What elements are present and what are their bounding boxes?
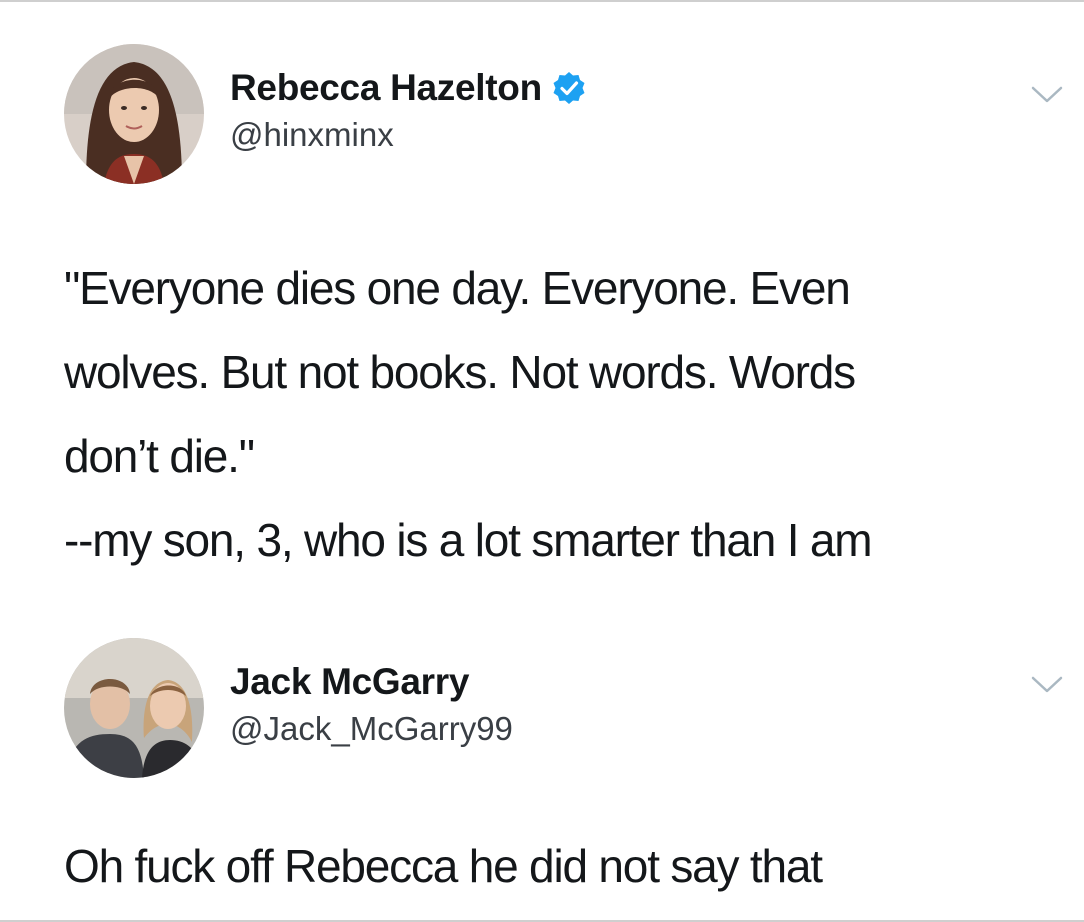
author-names: Jack McGarry @Jack_McGarry99 — [230, 660, 513, 748]
chevron-down-icon[interactable] — [1030, 84, 1064, 106]
chevron-down-icon[interactable] — [1030, 674, 1064, 696]
author-names: Rebecca Hazelton @hinxminx — [230, 66, 586, 154]
display-name-row: Jack McGarry — [230, 660, 513, 704]
tweet-text-line: don’t die." — [64, 430, 255, 482]
display-name[interactable]: Jack McGarry — [230, 661, 469, 703]
tweet-thread: Rebecca Hazelton @hinxminx "Everyone die… — [0, 0, 1084, 922]
tweet-jack[interactable]: Jack McGarry @Jack_McGarry99 Oh fuck off… — [0, 602, 1084, 922]
display-name-row: Rebecca Hazelton — [230, 66, 586, 110]
verified-badge-icon — [552, 71, 586, 105]
handle[interactable]: @hinxminx — [230, 116, 586, 154]
tweet-text-line: --my son, 3, who is a lot smarter than I… — [64, 514, 873, 566]
handle[interactable]: @Jack_McGarry99 — [230, 710, 513, 748]
avatar-woman-icon[interactable] — [64, 44, 204, 184]
avatar-couple-icon[interactable] — [64, 638, 204, 778]
tweet-text-line: "Everyone dies one day. Everyone. Even — [64, 262, 851, 314]
display-name[interactable]: Rebecca Hazelton — [230, 67, 542, 109]
tweet-text: "Everyone dies one day. Everyone. Even w… — [64, 246, 1074, 582]
tweet-text: Oh fuck off Rebecca he did not say that — [64, 840, 823, 892]
tweet-text-line: wolves. But not books. Not words. Words — [64, 346, 856, 398]
tweet-rebecca[interactable]: Rebecca Hazelton @hinxminx "Everyone die… — [0, 2, 1084, 602]
